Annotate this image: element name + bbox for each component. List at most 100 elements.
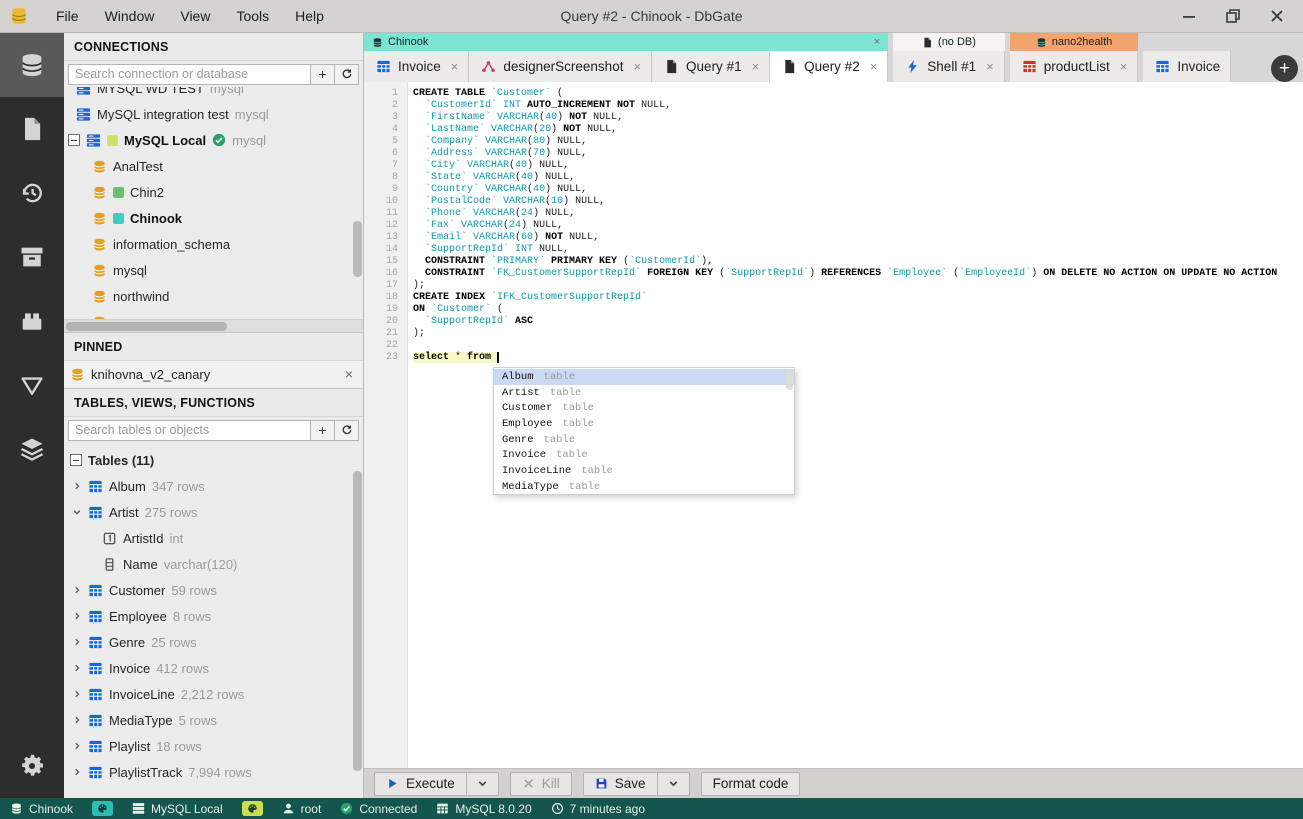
tab-invoice[interactable]: Invoice ×: [364, 51, 470, 82]
tab-close-icon[interactable]: ×: [752, 59, 760, 74]
table-item[interactable]: Artist 275 rows: [64, 499, 363, 525]
theme-palette-chip[interactable]: [92, 801, 114, 816]
autocomplete-scrollbar[interactable]: [786, 370, 793, 390]
format-code-button[interactable]: Format code: [700, 771, 801, 796]
refresh-tables-button[interactable]: [335, 419, 359, 441]
column-item[interactable]: ArtistId int: [64, 525, 363, 551]
chevron-right-icon[interactable]: [72, 715, 82, 725]
table-item[interactable]: Employee 8 rows: [64, 603, 363, 629]
unpin-close-icon[interactable]: ×: [345, 366, 363, 382]
chevron-right-icon[interactable]: [72, 741, 82, 751]
menu-help[interactable]: Help: [282, 0, 337, 33]
connection-item[interactable]: MySQL integration test mysql: [64, 101, 363, 127]
chevron-right-icon[interactable]: [72, 637, 82, 647]
refresh-connections-button[interactable]: [335, 63, 359, 85]
table-item[interactable]: Genre 25 rows: [64, 629, 363, 655]
connections-horizontal-scrollbar[interactable]: [64, 319, 363, 332]
autocomplete-item[interactable]: Genre table: [494, 432, 794, 448]
tables-vertical-scrollbar[interactable]: [353, 471, 362, 771]
chevron-right-icon[interactable]: [72, 767, 82, 777]
tab-productlist[interactable]: productList ×: [1009, 51, 1139, 82]
theme-palette-chip[interactable]: [241, 801, 263, 816]
chevron-right-icon[interactable]: [72, 689, 82, 699]
tables-search-input[interactable]: [68, 419, 311, 441]
database-item[interactable]: information_schema: [64, 231, 363, 257]
save-dropdown-button[interactable]: [656, 771, 690, 796]
table-item[interactable]: Customer 59 rows: [64, 577, 363, 603]
tab-designerscreenshot[interactable]: designerScreenshot ×: [469, 51, 653, 82]
execute-dropdown-button[interactable]: [465, 771, 499, 796]
connection-item[interactable]: MYSQL WD TEST mysql: [64, 87, 363, 101]
group-close-icon[interactable]: ×: [874, 36, 880, 48]
table-item[interactable]: MediaType 5 rows: [64, 707, 363, 733]
database-item[interactable]: [64, 309, 363, 319]
autocomplete-item[interactable]: InvoiceLine table: [494, 463, 794, 479]
add-connection-button[interactable]: +: [311, 63, 335, 85]
column-item[interactable]: Name varchar(120): [64, 551, 363, 577]
rail-item-file[interactable]: [0, 97, 64, 161]
database-item[interactable]: Chin2: [64, 179, 363, 205]
database-item[interactable]: northwind: [64, 283, 363, 309]
tab-shell-1[interactable]: Shell #1 ×: [893, 51, 1005, 82]
rail-item-layers[interactable]: [0, 417, 64, 481]
rail-item-archive[interactable]: [0, 225, 64, 289]
table-item[interactable]: Playlist 18 rows: [64, 733, 363, 759]
tab-group-header[interactable]: [1143, 33, 1231, 51]
connections-vertical-scrollbar[interactable]: [353, 221, 362, 277]
table-item[interactable]: PlaylistTrack 7,994 rows: [64, 759, 363, 785]
minimize-button[interactable]: [1181, 8, 1197, 24]
code-line: );: [413, 328, 426, 339]
collapse-box-icon[interactable]: [68, 134, 80, 146]
tab-close-icon[interactable]: ×: [986, 59, 994, 74]
menu-file[interactable]: File: [43, 0, 92, 33]
table-item[interactable]: Invoice 412 rows: [64, 655, 363, 681]
close-button[interactable]: [1269, 8, 1285, 24]
rail-item-plugins[interactable]: [0, 289, 64, 353]
sql-editor[interactable]: 1 2 3 4 5 6 7 8 9 10 11 12 13 14 15 16 17 18 19 20 21 22 23 CR…: [364, 82, 1303, 768]
table-item[interactable]: Album 347 rows: [64, 473, 363, 499]
tab-query-1[interactable]: Query #1 ×: [652, 51, 771, 82]
tab-invoice[interactable]: Invoice: [1143, 51, 1232, 82]
rail-item-settings[interactable]: [0, 734, 64, 798]
tab-group-header[interactable]: Chinook ×: [364, 33, 889, 51]
table-item[interactable]: InvoiceLine 2,212 rows: [64, 681, 363, 707]
chevron-right-icon[interactable]: [72, 663, 82, 673]
rail-item-database[interactable]: [0, 33, 64, 97]
execute-button[interactable]: Execute: [374, 771, 467, 796]
autocomplete-item[interactable]: Employee table: [494, 416, 794, 432]
color-chip: [113, 212, 124, 224]
database-item[interactable]: mysql: [64, 257, 363, 283]
tab-group-header[interactable]: (no DB): [893, 33, 1005, 51]
tree-root-tables[interactable]: Tables (11): [64, 447, 363, 473]
chevron-down-icon[interactable]: [72, 507, 82, 517]
tab-close-icon[interactable]: ×: [633, 59, 641, 74]
tab-group-header[interactable]: nano2health: [1009, 33, 1139, 51]
collapse-box-icon[interactable]: [70, 454, 82, 466]
add-table-button[interactable]: +: [311, 419, 335, 441]
rail-item-history[interactable]: [0, 161, 64, 225]
pinned-item[interactable]: knihovna_v2_canary ×: [64, 361, 363, 387]
tab-query-2[interactable]: Query #2 ×: [770, 51, 889, 82]
chevron-right-icon[interactable]: [72, 585, 82, 595]
save-button[interactable]: Save: [582, 771, 658, 796]
connections-search-input[interactable]: [68, 63, 311, 85]
new-tab-button[interactable]: +: [1271, 55, 1298, 82]
restore-button[interactable]: [1225, 8, 1241, 24]
tab-close-icon[interactable]: ×: [1120, 59, 1128, 74]
chevron-right-icon[interactable]: [72, 481, 82, 491]
rail-item-query-designer[interactable]: [0, 353, 64, 417]
tab-close-icon[interactable]: ×: [870, 59, 878, 74]
autocomplete-item[interactable]: Album table: [494, 369, 794, 385]
database-item[interactable]: AnalTest: [64, 153, 363, 179]
menu-view[interactable]: View: [167, 0, 223, 33]
chevron-right-icon[interactable]: [72, 611, 82, 621]
tab-close-icon[interactable]: ×: [451, 59, 459, 74]
autocomplete-item[interactable]: Invoice table: [494, 447, 794, 463]
menu-window[interactable]: Window: [92, 0, 168, 33]
autocomplete-item[interactable]: Artist table: [494, 385, 794, 401]
connection-item[interactable]: MySQL Local mysql: [64, 127, 363, 153]
menu-tools[interactable]: Tools: [223, 0, 282, 33]
autocomplete-item[interactable]: Customer table: [494, 400, 794, 416]
autocomplete-item[interactable]: MediaType table: [494, 479, 794, 495]
database-item[interactable]: Chinook: [64, 205, 363, 231]
